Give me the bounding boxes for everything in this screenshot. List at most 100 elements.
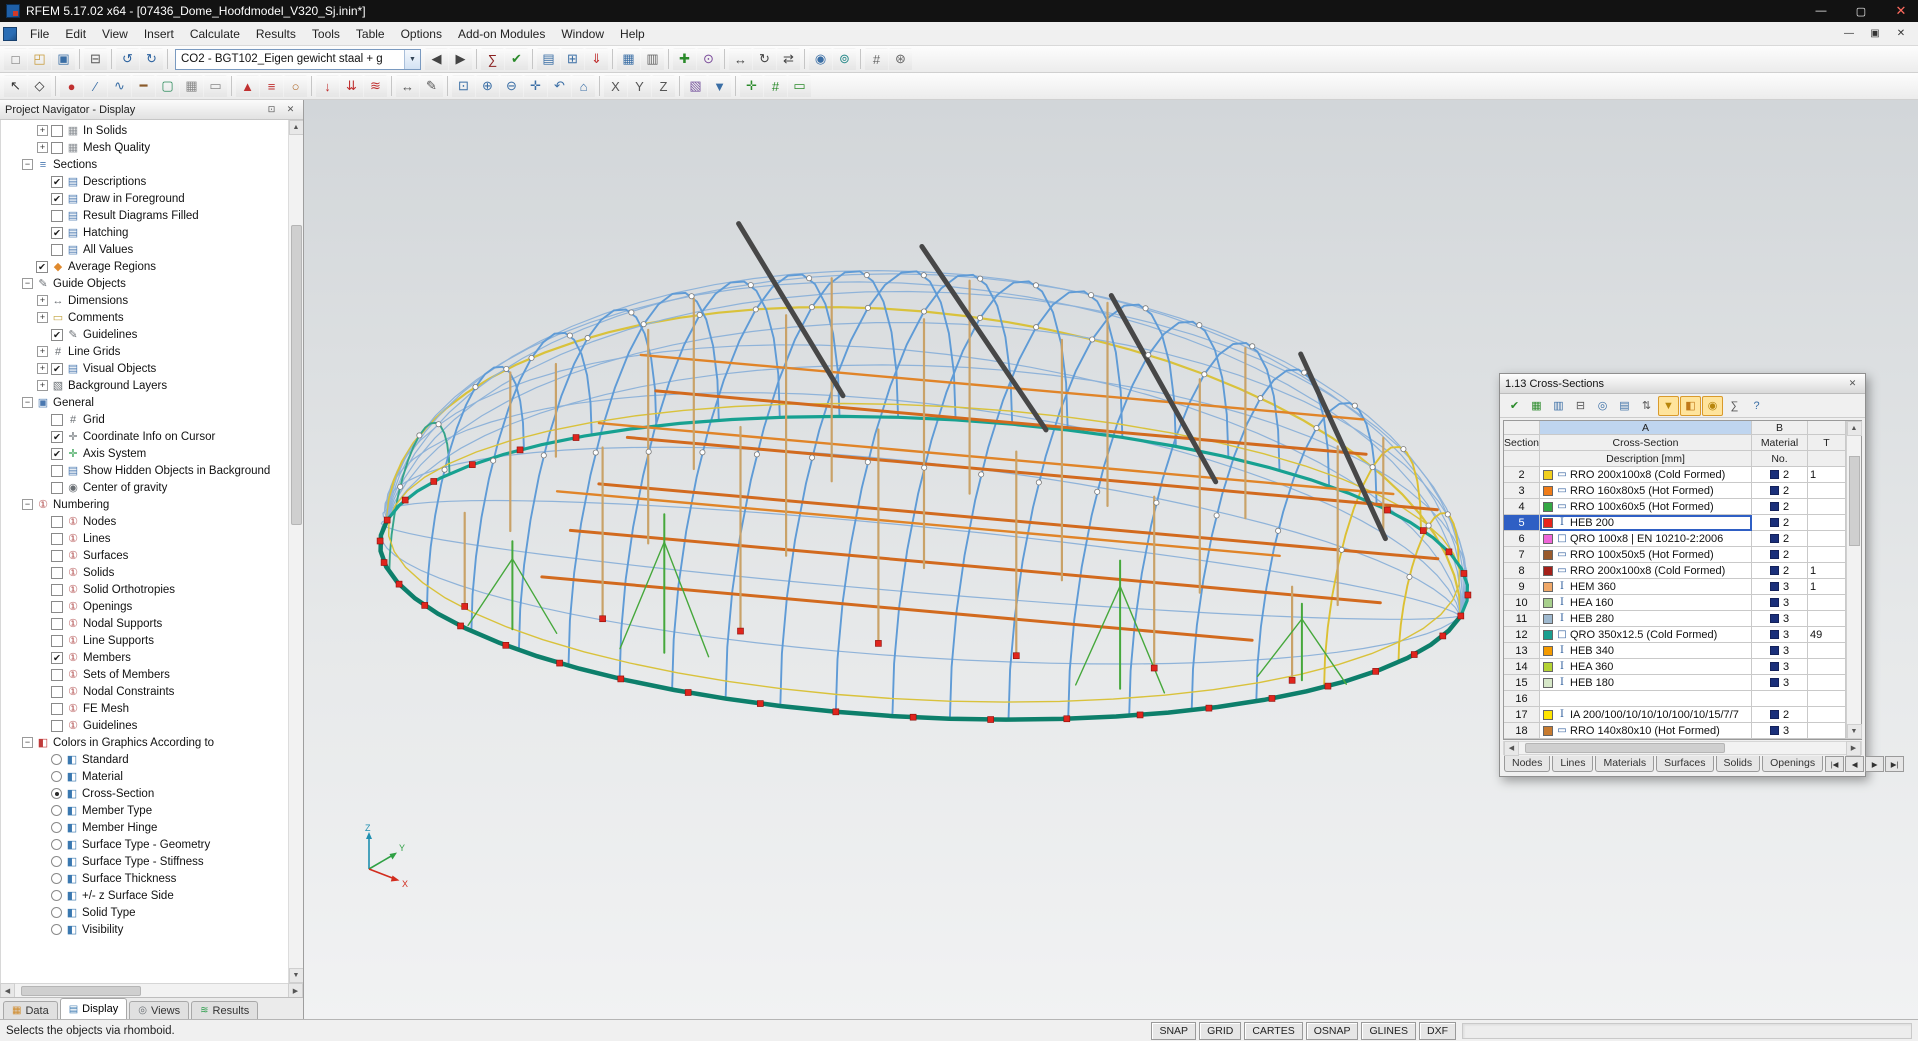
loads-icon[interactable]: ⇓ bbox=[585, 47, 608, 71]
material-cell[interactable]: 2 bbox=[1752, 515, 1808, 531]
tree-item-axis-system[interactable]: ✔ ✛ Axis System bbox=[1, 445, 288, 462]
expander-plus-icon[interactable]: + bbox=[37, 125, 48, 136]
checkbox[interactable]: ✔ bbox=[51, 651, 63, 664]
menu-edit[interactable]: Edit bbox=[57, 23, 94, 45]
tree-item-center-of-gravity[interactable]: ◉ Center of gravity bbox=[1, 479, 288, 496]
cross-section-row-4[interactable]: 4 ▭ RRO 100x60x5 (Hot Formed) 2 bbox=[1504, 499, 1846, 515]
apply-icon[interactable]: ✔ bbox=[1504, 396, 1525, 416]
highlight-selection-icon[interactable]: ◉ bbox=[1702, 395, 1723, 416]
expander-plus-icon[interactable]: + bbox=[37, 295, 48, 306]
checkbox[interactable]: ✔ bbox=[51, 328, 63, 341]
tree-item-hatching[interactable]: ✔ ▤ Hatching bbox=[1, 224, 288, 241]
line-load-icon[interactable]: ⇊ bbox=[340, 74, 363, 98]
calculator-icon[interactable]: ∑ bbox=[1724, 396, 1745, 416]
close-button[interactable]: ✕ bbox=[1884, 0, 1918, 22]
load-case-combo[interactable]: CO2 - BGT102_Eigen gewicht staal + g ▼ bbox=[175, 48, 421, 70]
description-cell[interactable]: I HEA 160 bbox=[1540, 595, 1752, 611]
expander-plus-icon[interactable]: + bbox=[37, 363, 48, 374]
tree-item-z-surface-side[interactable]: ◧ +/- z Surface Side bbox=[1, 887, 288, 904]
tree-item-sets-of-members[interactable]: ① Sets of Members bbox=[1, 666, 288, 683]
description-cell[interactable]: ▭ RRO 140x80x10 (Hot Formed) bbox=[1540, 723, 1752, 739]
maximize-button[interactable]: ▢ bbox=[1844, 0, 1878, 22]
nodal-load-icon[interactable]: ↓ bbox=[316, 74, 339, 98]
radio-button[interactable] bbox=[51, 890, 62, 901]
tree-item-visual-objects[interactable]: + ✔ ▤ Visual Objects bbox=[1, 360, 288, 377]
comment-icon[interactable]: ✎ bbox=[420, 74, 443, 98]
menu-results[interactable]: Results bbox=[248, 23, 304, 45]
tree-item-background-layers[interactable]: + ▧ Background Layers bbox=[1, 377, 288, 394]
tree-hscroll-thumb[interactable] bbox=[21, 985, 141, 996]
member-hinge-icon[interactable]: ○ bbox=[284, 74, 307, 98]
checkbox[interactable] bbox=[51, 515, 63, 528]
mdi-minimize-button[interactable]: — bbox=[1836, 24, 1862, 44]
description-cell[interactable]: I HEB 340 bbox=[1540, 643, 1752, 659]
description-cell[interactable]: I HEB 280 bbox=[1540, 611, 1752, 627]
rotate-icon[interactable]: ↻ bbox=[753, 47, 776, 71]
print-table-icon[interactable]: ⊟ bbox=[1570, 396, 1591, 416]
column-group-b[interactable]: B bbox=[1752, 421, 1808, 435]
checkbox[interactable] bbox=[51, 634, 63, 647]
tree-vertical-scrollbar[interactable]: ▲ ▼ bbox=[288, 120, 303, 983]
table-scroll-down-icon[interactable]: ▼ bbox=[1846, 724, 1862, 739]
tree-item-member-type[interactable]: ◧ Member Type bbox=[1, 802, 288, 819]
navigator-close-icon[interactable]: ✕ bbox=[283, 102, 298, 117]
checkbox[interactable] bbox=[51, 209, 63, 222]
navigator-tab-data[interactable]: ▦ Data bbox=[3, 1001, 58, 1019]
radio-button[interactable] bbox=[51, 907, 62, 918]
expander-minus-icon[interactable]: − bbox=[22, 278, 33, 289]
settings-icon[interactable]: ⊛ bbox=[889, 47, 912, 71]
cross-section-row-11[interactable]: 11 I HEB 280 3 bbox=[1504, 611, 1846, 627]
status-toggle-grid[interactable]: GRID bbox=[1199, 1021, 1242, 1040]
status-toggle-dxf[interactable]: DXF bbox=[1419, 1021, 1456, 1040]
table-tab-surfaces[interactable]: Surfaces bbox=[1656, 756, 1714, 772]
cross-section-row-12[interactable]: 12 □ QRO 350x12.5 (Cold Formed) 3 49 bbox=[1504, 627, 1846, 643]
tree-item-nodal-constraints[interactable]: ① Nodal Constraints bbox=[1, 683, 288, 700]
menu-file[interactable]: File bbox=[22, 23, 57, 45]
tree-item-fe-mesh[interactable]: ① FE Mesh bbox=[1, 700, 288, 717]
row-number-cell[interactable]: 14 bbox=[1504, 659, 1540, 675]
mirror-icon[interactable]: ⇄ bbox=[777, 47, 800, 71]
row-number-cell[interactable]: 12 bbox=[1504, 627, 1540, 643]
tree-item-surface-type-stiffness[interactable]: ◧ Surface Type - Stiffness bbox=[1, 853, 288, 870]
material-cell[interactable]: 2 bbox=[1752, 547, 1808, 563]
checkbox[interactable] bbox=[51, 719, 63, 732]
expander-minus-icon[interactable]: − bbox=[22, 159, 33, 170]
row-number-cell[interactable]: 10 bbox=[1504, 595, 1540, 611]
checkbox[interactable]: ✔ bbox=[51, 175, 63, 188]
tree-item-guidelines[interactable]: ① Guidelines bbox=[1, 717, 288, 734]
tree-item-mesh-quality[interactable]: + ▦ Mesh Quality bbox=[1, 139, 288, 156]
menu-tools[interactable]: Tools bbox=[304, 23, 348, 45]
next-load-case-icon[interactable]: ▶ bbox=[449, 47, 472, 71]
radio-button[interactable] bbox=[51, 788, 62, 799]
description-cell[interactable]: □ QRO 350x12.5 (Cold Formed) bbox=[1540, 627, 1752, 643]
expander-plus-icon[interactable]: + bbox=[37, 380, 48, 391]
tree-item-dimensions[interactable]: + ↔ Dimensions bbox=[1, 292, 288, 309]
tree-item-average-regions[interactable]: ✔ ◆ Average Regions bbox=[1, 258, 288, 275]
member-icon[interactable]: ━ bbox=[132, 74, 155, 98]
tree-item-guidelines[interactable]: ✔ ✎ Guidelines bbox=[1, 326, 288, 343]
table-tab-materials[interactable]: Materials bbox=[1595, 756, 1655, 772]
visibility-filter-icon[interactable]: ▼ bbox=[708, 74, 731, 98]
cross-section-row-5[interactable]: 5 I HEB 200 2 bbox=[1504, 515, 1846, 531]
tree-item-numbering[interactable]: − ① Numbering bbox=[1, 496, 288, 513]
visibility-icon[interactable]: ◉ bbox=[809, 47, 832, 71]
expander-plus-icon[interactable]: + bbox=[37, 312, 48, 323]
material-cell[interactable]: 3 bbox=[1752, 627, 1808, 643]
cross-section-row-13[interactable]: 13 I HEB 340 3 bbox=[1504, 643, 1846, 659]
save-icon[interactable]: ▣ bbox=[52, 47, 75, 71]
table-tab-solids[interactable]: Solids bbox=[1715, 756, 1761, 772]
new-icon[interactable]: □ bbox=[4, 47, 27, 71]
calculation-icon[interactable]: ∑ bbox=[481, 47, 504, 71]
status-toggle-snap[interactable]: SNAP bbox=[1151, 1021, 1197, 1040]
radio-button[interactable] bbox=[51, 771, 62, 782]
panel-close-icon[interactable]: ✕ bbox=[1845, 376, 1860, 391]
redo-icon[interactable]: ↻ bbox=[140, 47, 163, 71]
zoom-in-icon[interactable]: ⊕ bbox=[476, 74, 499, 98]
description-cell[interactable]: ▭ RRO 100x60x5 (Hot Formed) bbox=[1540, 499, 1752, 515]
surface-load-icon[interactable]: ≋ bbox=[364, 74, 387, 98]
checkbox[interactable]: ✔ bbox=[51, 430, 63, 443]
filter-icon[interactable]: ▼ bbox=[1658, 395, 1679, 416]
material-cell[interactable]: 2 bbox=[1752, 563, 1808, 579]
tree-item-standard[interactable]: ◧ Standard bbox=[1, 751, 288, 768]
checkbox[interactable] bbox=[51, 124, 63, 137]
